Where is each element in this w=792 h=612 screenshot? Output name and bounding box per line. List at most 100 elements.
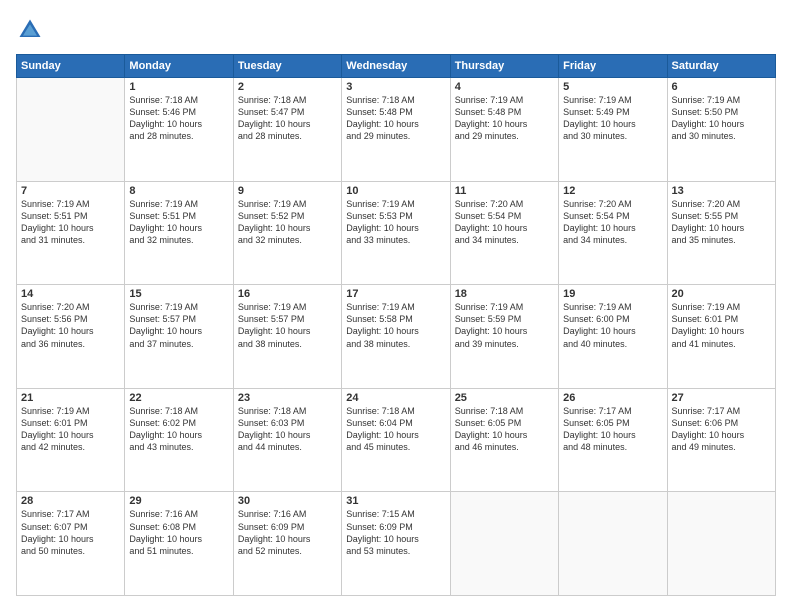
day-info: Sunrise: 7:20 AM Sunset: 5:54 PM Dayligh… bbox=[563, 198, 662, 247]
calendar-day-cell: 2Sunrise: 7:18 AM Sunset: 5:47 PM Daylig… bbox=[233, 78, 341, 182]
day-info: Sunrise: 7:16 AM Sunset: 6:08 PM Dayligh… bbox=[129, 508, 228, 557]
calendar-day-cell: 1Sunrise: 7:18 AM Sunset: 5:46 PM Daylig… bbox=[125, 78, 233, 182]
day-info: Sunrise: 7:19 AM Sunset: 5:59 PM Dayligh… bbox=[455, 301, 554, 350]
logo bbox=[16, 16, 48, 44]
weekday-header-cell: Saturday bbox=[667, 55, 775, 78]
calendar-day-cell: 18Sunrise: 7:19 AM Sunset: 5:59 PM Dayli… bbox=[450, 285, 558, 389]
day-number: 12 bbox=[563, 185, 662, 197]
day-info: Sunrise: 7:19 AM Sunset: 5:57 PM Dayligh… bbox=[129, 301, 228, 350]
day-number: 16 bbox=[238, 288, 337, 300]
calendar-day-cell: 5Sunrise: 7:19 AM Sunset: 5:49 PM Daylig… bbox=[559, 78, 667, 182]
calendar-day-cell: 15Sunrise: 7:19 AM Sunset: 5:57 PM Dayli… bbox=[125, 285, 233, 389]
calendar-day-cell: 30Sunrise: 7:16 AM Sunset: 6:09 PM Dayli… bbox=[233, 492, 341, 596]
calendar-week-row: 21Sunrise: 7:19 AM Sunset: 6:01 PM Dayli… bbox=[17, 388, 776, 492]
calendar-day-cell: 23Sunrise: 7:18 AM Sunset: 6:03 PM Dayli… bbox=[233, 388, 341, 492]
day-info: Sunrise: 7:19 AM Sunset: 5:53 PM Dayligh… bbox=[346, 198, 445, 247]
day-number: 24 bbox=[346, 392, 445, 404]
calendar-day-cell: 22Sunrise: 7:18 AM Sunset: 6:02 PM Dayli… bbox=[125, 388, 233, 492]
day-info: Sunrise: 7:19 AM Sunset: 6:01 PM Dayligh… bbox=[21, 405, 120, 454]
day-number: 22 bbox=[129, 392, 228, 404]
calendar-day-cell: 17Sunrise: 7:19 AM Sunset: 5:58 PM Dayli… bbox=[342, 285, 450, 389]
day-number: 31 bbox=[346, 495, 445, 507]
calendar-day-cell: 26Sunrise: 7:17 AM Sunset: 6:05 PM Dayli… bbox=[559, 388, 667, 492]
weekday-header-cell: Friday bbox=[559, 55, 667, 78]
day-info: Sunrise: 7:20 AM Sunset: 5:55 PM Dayligh… bbox=[672, 198, 771, 247]
day-number: 18 bbox=[455, 288, 554, 300]
day-info: Sunrise: 7:17 AM Sunset: 6:05 PM Dayligh… bbox=[563, 405, 662, 454]
day-number: 21 bbox=[21, 392, 120, 404]
day-info: Sunrise: 7:20 AM Sunset: 5:56 PM Dayligh… bbox=[21, 301, 120, 350]
day-number: 7 bbox=[21, 185, 120, 197]
calendar-table: SundayMondayTuesdayWednesdayThursdayFrid… bbox=[16, 54, 776, 596]
calendar-day-cell: 3Sunrise: 7:18 AM Sunset: 5:48 PM Daylig… bbox=[342, 78, 450, 182]
calendar-day-cell: 6Sunrise: 7:19 AM Sunset: 5:50 PM Daylig… bbox=[667, 78, 775, 182]
day-info: Sunrise: 7:19 AM Sunset: 5:50 PM Dayligh… bbox=[672, 94, 771, 143]
calendar-day-cell bbox=[667, 492, 775, 596]
day-number: 13 bbox=[672, 185, 771, 197]
weekday-header-cell: Thursday bbox=[450, 55, 558, 78]
day-info: Sunrise: 7:19 AM Sunset: 6:00 PM Dayligh… bbox=[563, 301, 662, 350]
calendar-day-cell: 10Sunrise: 7:19 AM Sunset: 5:53 PM Dayli… bbox=[342, 181, 450, 285]
day-number: 8 bbox=[129, 185, 228, 197]
calendar-week-row: 28Sunrise: 7:17 AM Sunset: 6:07 PM Dayli… bbox=[17, 492, 776, 596]
calendar-day-cell: 16Sunrise: 7:19 AM Sunset: 5:57 PM Dayli… bbox=[233, 285, 341, 389]
calendar-day-cell bbox=[17, 78, 125, 182]
weekday-header-cell: Tuesday bbox=[233, 55, 341, 78]
weekday-header-cell: Wednesday bbox=[342, 55, 450, 78]
day-number: 1 bbox=[129, 81, 228, 93]
day-info: Sunrise: 7:19 AM Sunset: 5:49 PM Dayligh… bbox=[563, 94, 662, 143]
calendar-day-cell: 24Sunrise: 7:18 AM Sunset: 6:04 PM Dayli… bbox=[342, 388, 450, 492]
calendar-day-cell: 20Sunrise: 7:19 AM Sunset: 6:01 PM Dayli… bbox=[667, 285, 775, 389]
calendar-page: SundayMondayTuesdayWednesdayThursdayFrid… bbox=[0, 0, 792, 612]
logo-icon bbox=[16, 16, 44, 44]
day-number: 27 bbox=[672, 392, 771, 404]
day-info: Sunrise: 7:18 AM Sunset: 6:05 PM Dayligh… bbox=[455, 405, 554, 454]
calendar-day-cell: 19Sunrise: 7:19 AM Sunset: 6:00 PM Dayli… bbox=[559, 285, 667, 389]
day-number: 30 bbox=[238, 495, 337, 507]
day-number: 3 bbox=[346, 81, 445, 93]
header bbox=[16, 16, 776, 44]
day-number: 2 bbox=[238, 81, 337, 93]
day-info: Sunrise: 7:19 AM Sunset: 5:57 PM Dayligh… bbox=[238, 301, 337, 350]
calendar-day-cell bbox=[559, 492, 667, 596]
calendar-day-cell: 13Sunrise: 7:20 AM Sunset: 5:55 PM Dayli… bbox=[667, 181, 775, 285]
day-number: 19 bbox=[563, 288, 662, 300]
calendar-day-cell: 29Sunrise: 7:16 AM Sunset: 6:08 PM Dayli… bbox=[125, 492, 233, 596]
day-number: 10 bbox=[346, 185, 445, 197]
day-info: Sunrise: 7:20 AM Sunset: 5:54 PM Dayligh… bbox=[455, 198, 554, 247]
calendar-day-cell: 14Sunrise: 7:20 AM Sunset: 5:56 PM Dayli… bbox=[17, 285, 125, 389]
calendar-day-cell: 8Sunrise: 7:19 AM Sunset: 5:51 PM Daylig… bbox=[125, 181, 233, 285]
day-info: Sunrise: 7:18 AM Sunset: 5:47 PM Dayligh… bbox=[238, 94, 337, 143]
day-info: Sunrise: 7:18 AM Sunset: 6:02 PM Dayligh… bbox=[129, 405, 228, 454]
day-info: Sunrise: 7:18 AM Sunset: 6:03 PM Dayligh… bbox=[238, 405, 337, 454]
day-number: 26 bbox=[563, 392, 662, 404]
day-number: 17 bbox=[346, 288, 445, 300]
calendar-week-row: 7 Sunrise: 7:19 AM Sunset: 5:51 PM Daylig… bbox=[17, 181, 776, 285]
day-number: 9 bbox=[238, 185, 337, 197]
day-info: Sunrise: 7:18 AM Sunset: 5:48 PM Dayligh… bbox=[346, 94, 445, 143]
calendar-day-cell: 31Sunrise: 7:15 AM Sunset: 6:09 PM Dayli… bbox=[342, 492, 450, 596]
calendar-day-cell: 27Sunrise: 7:17 AM Sunset: 6:06 PM Dayli… bbox=[667, 388, 775, 492]
day-number: 4 bbox=[455, 81, 554, 93]
day-number: 15 bbox=[129, 288, 228, 300]
day-info: Sunrise: 7:17 AM Sunset: 6:06 PM Dayligh… bbox=[672, 405, 771, 454]
weekday-header-cell: Sunday bbox=[17, 55, 125, 78]
day-info: Sunrise: 7:19 AM Sunset: 5:58 PM Dayligh… bbox=[346, 301, 445, 350]
day-info: Sunrise: 7:19 AM Sunset: 5:51 PM Dayligh… bbox=[129, 198, 228, 247]
day-number: 11 bbox=[455, 185, 554, 197]
day-number: 6 bbox=[672, 81, 771, 93]
day-number: 20 bbox=[672, 288, 771, 300]
day-info: Sunrise: 7:19 AM Sunset: 5:48 PM Dayligh… bbox=[455, 94, 554, 143]
calendar-day-cell: 21Sunrise: 7:19 AM Sunset: 6:01 PM Dayli… bbox=[17, 388, 125, 492]
day-info: Sunrise: 7:15 AM Sunset: 6:09 PM Dayligh… bbox=[346, 508, 445, 557]
calendar-week-row: 14Sunrise: 7:20 AM Sunset: 5:56 PM Dayli… bbox=[17, 285, 776, 389]
day-number: 29 bbox=[129, 495, 228, 507]
day-info: Sunrise: 7:16 AM Sunset: 6:09 PM Dayligh… bbox=[238, 508, 337, 557]
day-info: Sunrise: 7:19 AM Sunset: 5:52 PM Dayligh… bbox=[238, 198, 337, 247]
calendar-week-row: 1Sunrise: 7:18 AM Sunset: 5:46 PM Daylig… bbox=[17, 78, 776, 182]
calendar-day-cell bbox=[450, 492, 558, 596]
calendar-day-cell: 7Sunrise: 7:19 AM Sunset: 5:51 PM Daylig… bbox=[17, 181, 125, 285]
day-number: 23 bbox=[238, 392, 337, 404]
day-number: 28 bbox=[21, 495, 120, 507]
calendar-body: 1Sunrise: 7:18 AM Sunset: 5:46 PM Daylig… bbox=[17, 78, 776, 596]
